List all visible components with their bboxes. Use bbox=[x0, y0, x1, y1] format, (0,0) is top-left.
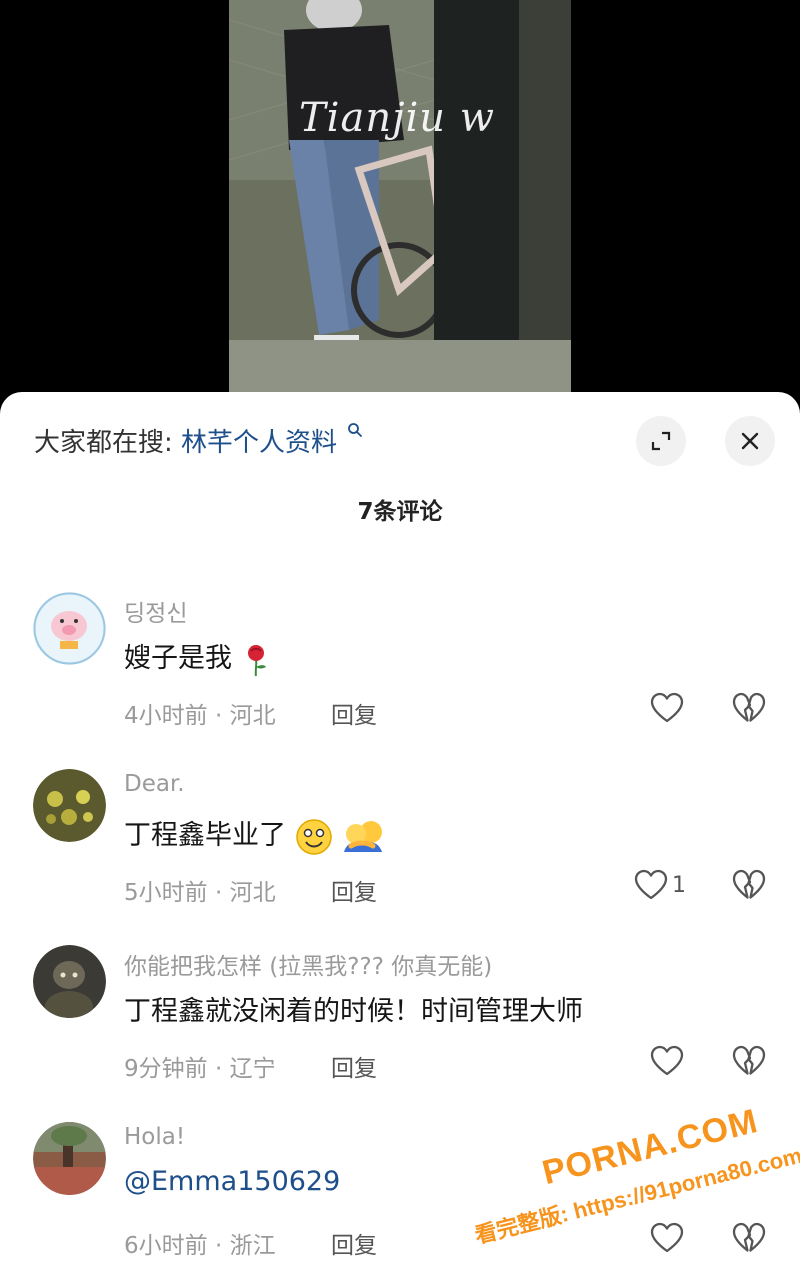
like-button[interactable] bbox=[650, 1045, 688, 1077]
dislike-button[interactable] bbox=[732, 1045, 766, 1081]
comment-sheet: 大家都在搜: 林芊个人资料 7条评论 딩정신 嫂子是我 4小时前 · 河北 回复… bbox=[0, 392, 800, 1268]
dislike-button[interactable] bbox=[732, 1222, 766, 1258]
broken-heart-icon bbox=[732, 1222, 766, 1252]
close-icon bbox=[741, 432, 759, 450]
avatar[interactable] bbox=[33, 945, 106, 1018]
avatar[interactable] bbox=[33, 769, 106, 842]
search-prefix: 大家都在搜: bbox=[34, 428, 173, 458]
comment-username[interactable]: 딩정신 bbox=[124, 594, 187, 628]
video-scene bbox=[229, 0, 571, 392]
dislike-button[interactable] bbox=[732, 692, 766, 728]
broken-heart-icon bbox=[732, 692, 766, 722]
video-frame: Tianjiu w bbox=[229, 0, 571, 392]
avatar[interactable] bbox=[33, 1122, 106, 1195]
comment-text: 丁程鑫就没闲着的时候！时间管理大师 bbox=[124, 996, 583, 1027]
smile-emoji-icon bbox=[295, 818, 332, 855]
comment-username[interactable]: 你能把我怎样 (拉黑我??? 你真无能) bbox=[124, 947, 492, 981]
heart-icon bbox=[650, 692, 684, 723]
comment-meta: 6小时前 · 浙江 bbox=[124, 1233, 276, 1259]
heart-icon bbox=[650, 1222, 684, 1253]
comment-username[interactable]: Dear. bbox=[124, 771, 185, 797]
like-button[interactable]: 1 bbox=[634, 869, 686, 901]
search-suggestion[interactable]: 大家都在搜: 林芊个人资料 bbox=[34, 422, 363, 459]
comment-item: 你能把我怎样 (拉黑我??? 你真无能) 丁程鑫就没闲着的时候！时间管理大师 9… bbox=[0, 945, 800, 1105]
like-count: 1 bbox=[672, 872, 686, 898]
reply-button[interactable]: 回复 bbox=[331, 696, 377, 730]
avatar[interactable] bbox=[33, 592, 106, 665]
comment-meta: 4小时前 · 河北 bbox=[124, 703, 276, 729]
video-watermark: Tianjiu w bbox=[299, 95, 495, 141]
reply-button[interactable]: 回复 bbox=[331, 873, 377, 907]
comment-count: 7条评论 bbox=[357, 499, 443, 525]
reply-button[interactable]: 回复 bbox=[331, 1049, 377, 1083]
search-icon bbox=[348, 423, 363, 437]
heart-icon bbox=[650, 1045, 684, 1076]
rose-icon bbox=[247, 644, 266, 676]
comment-item: Dear. 丁程鑫毕业了 5小时前 · 河北 回复 1 bbox=[0, 769, 800, 929]
expand-button[interactable] bbox=[636, 416, 686, 466]
comment-text: 嫂子是我 bbox=[124, 636, 271, 677]
comment-meta: 5小时前 · 河北 bbox=[124, 880, 276, 906]
comment-text: 丁程鑫毕业了 bbox=[124, 813, 385, 856]
broken-heart-icon bbox=[732, 869, 766, 899]
broken-heart-icon bbox=[732, 1045, 766, 1075]
search-query-link[interactable]: 林芊个人资料 bbox=[181, 428, 337, 458]
comment-username[interactable]: Hola! bbox=[124, 1124, 185, 1150]
comment-text-content: 嫂子是我 bbox=[124, 643, 232, 674]
close-button[interactable] bbox=[725, 416, 775, 466]
comment-item: Hola! @Emma150629 6小时前 · 浙江 回复 bbox=[0, 1122, 800, 1268]
video-player[interactable]: Tianjiu w bbox=[0, 0, 800, 400]
reply-button[interactable]: 回复 bbox=[331, 1226, 377, 1260]
hug-emoji-icon bbox=[344, 820, 383, 852]
like-button[interactable] bbox=[650, 692, 688, 724]
expand-icon bbox=[651, 431, 671, 451]
dislike-button[interactable] bbox=[732, 869, 766, 905]
mention-link[interactable]: @Emma150629 bbox=[124, 1166, 340, 1197]
comment-text-content: 丁程鑫毕业了 bbox=[124, 820, 286, 851]
like-button[interactable] bbox=[650, 1222, 688, 1254]
comment-meta: 9分钟前 · 辽宁 bbox=[124, 1056, 276, 1082]
comment-item: 딩정신 嫂子是我 4小时前 · 河北 回复 bbox=[0, 592, 800, 752]
heart-icon bbox=[634, 869, 668, 900]
